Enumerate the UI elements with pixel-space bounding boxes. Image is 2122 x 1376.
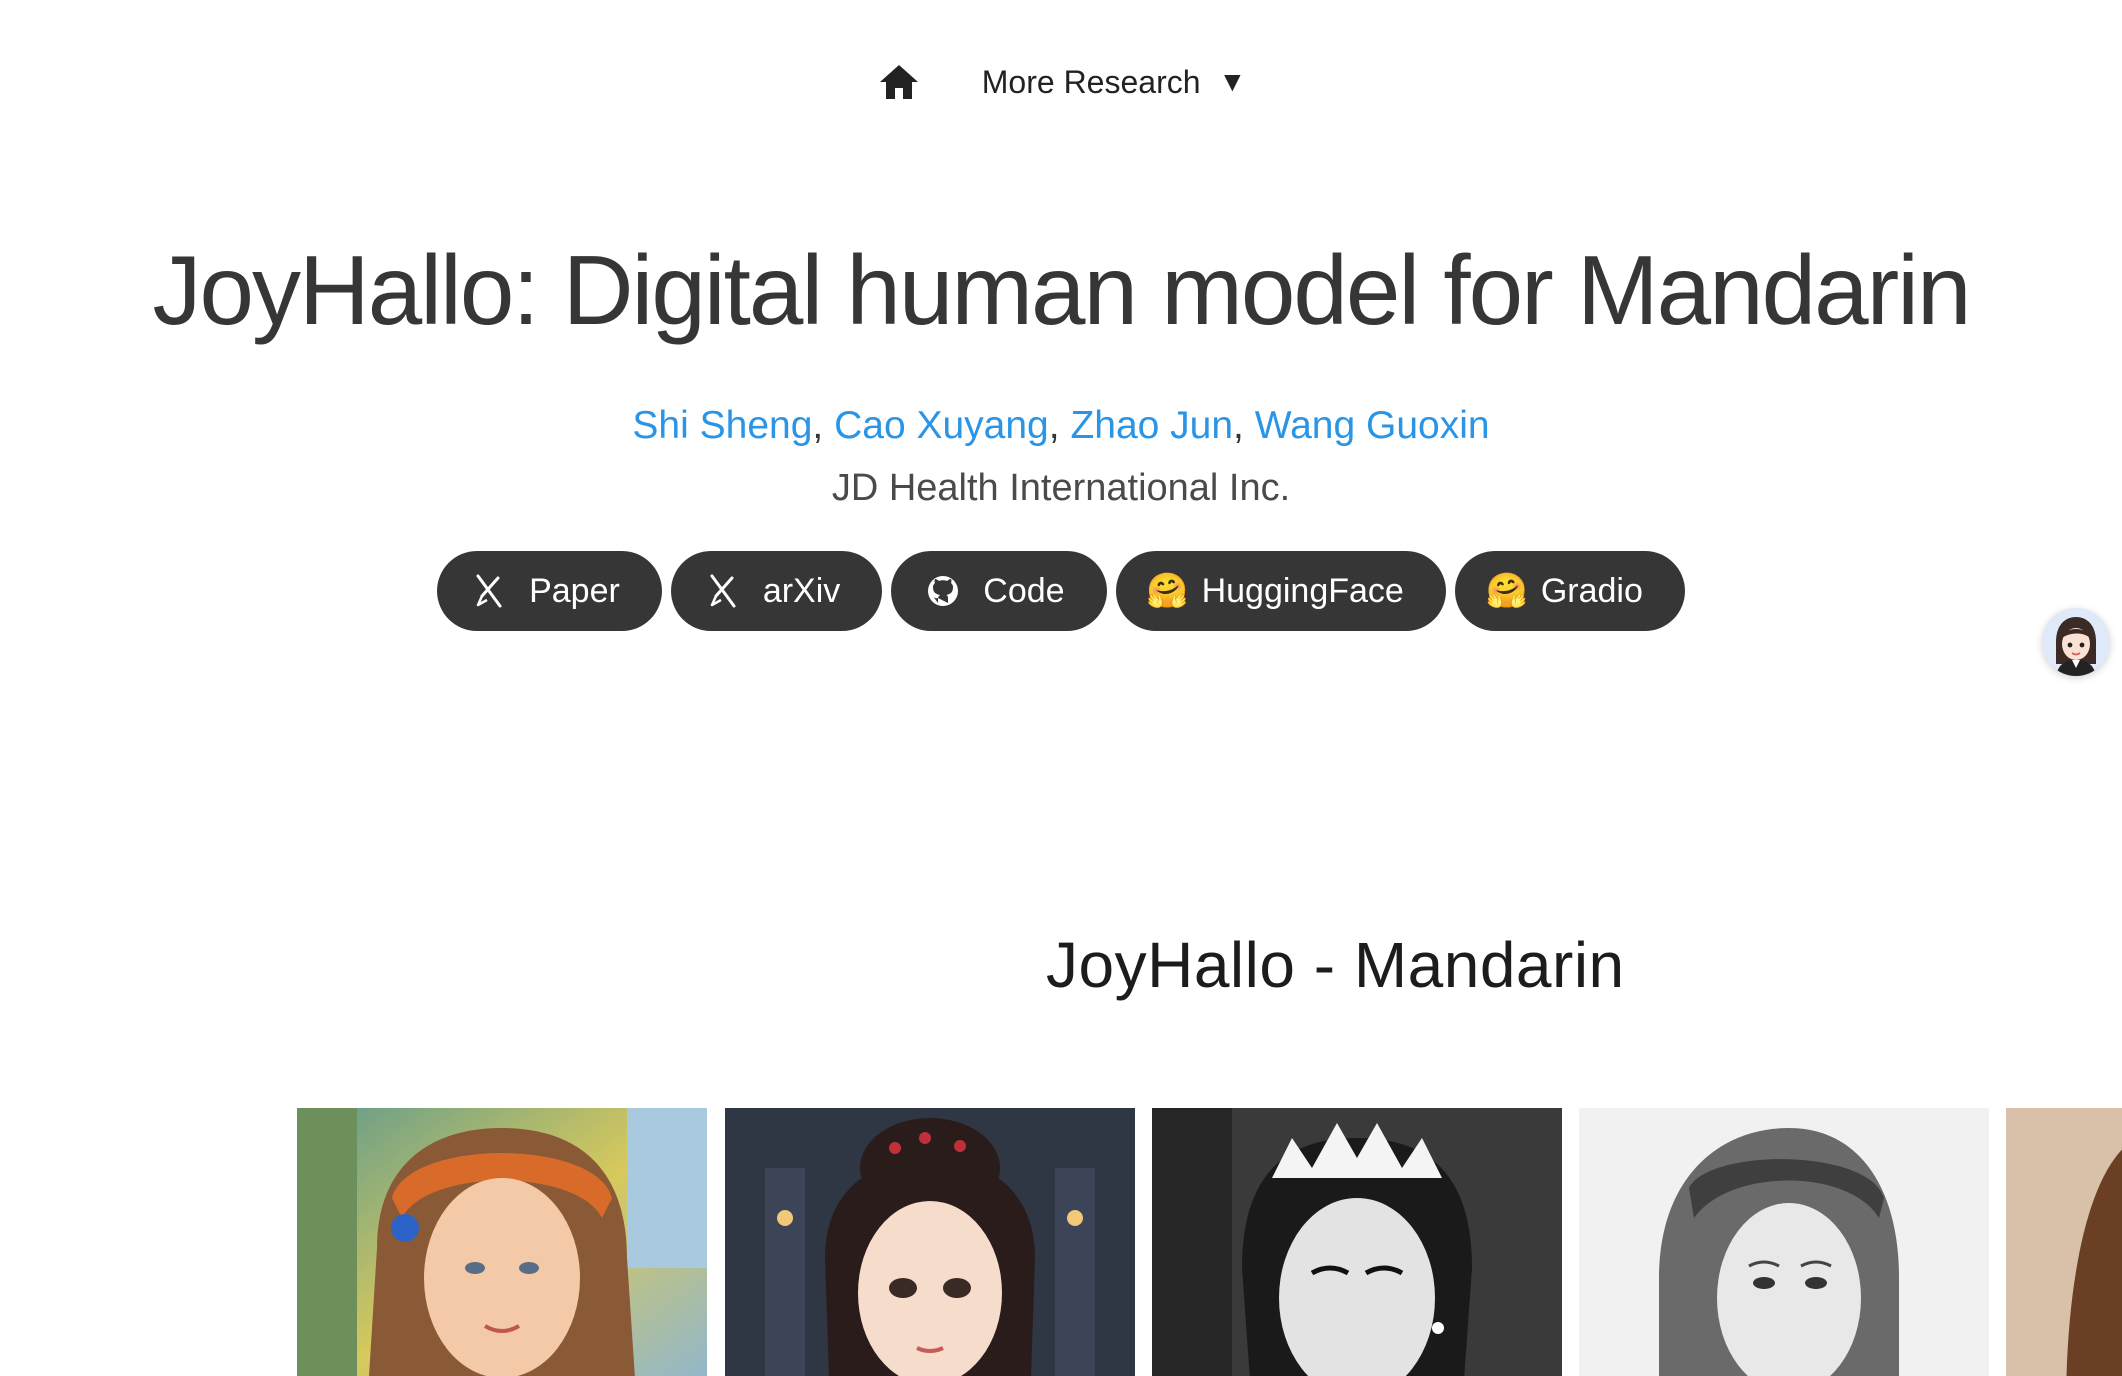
author-link[interactable]: Shi Sheng — [632, 404, 812, 447]
author-list: Shi Sheng, Cao Xuyang, Zhao Jun, Wang Gu… — [0, 398, 2122, 454]
huggingface-button[interactable]: 🤗 HuggingFace — [1115, 551, 1446, 631]
link-buttons: Paper arXiv Code 🤗 HuggingFace 🤗 Gradio — [0, 551, 2122, 631]
video-thumbnail-strip[interactable] — [297, 1108, 2122, 1376]
gradio-button[interactable]: 🤗 Gradio — [1454, 551, 1685, 631]
page-title: JoyHallo: Digital human model for Mandar… — [152, 235, 1972, 345]
paper-button[interactable]: Paper — [437, 551, 662, 631]
thumbnail-animated-girl — [725, 1108, 1135, 1376]
author-separator: , — [1048, 404, 1060, 447]
affiliation: JD Health International Inc. — [831, 467, 1291, 509]
assistant-avatar-icon[interactable] — [2042, 608, 2110, 676]
arxiv-label: arXiv — [762, 571, 841, 610]
gradio-label: Gradio — [1540, 571, 1643, 610]
arxiv-icon — [705, 573, 741, 609]
video-heading: JoyHallo - Mandarin — [1046, 929, 1625, 1001]
thumbnail-painted-girl — [297, 1108, 707, 1376]
author-separator: , — [1233, 404, 1244, 447]
home-icon[interactable] — [876, 59, 922, 105]
github-icon — [925, 573, 961, 609]
code-button[interactable]: Code — [891, 551, 1107, 631]
chevron-down-icon: ▼ — [1218, 66, 1247, 97]
more-research-label: More Research — [981, 63, 1201, 100]
code-label: Code — [983, 571, 1065, 610]
author-link[interactable]: Wang Guoxin — [1255, 404, 1490, 447]
author-link[interactable]: Cao Xuyang — [834, 404, 1049, 447]
thumbnail-woman-partial — [2006, 1108, 2122, 1376]
paper-icon — [471, 573, 507, 609]
more-research-dropdown[interactable]: More Research ▼ — [982, 64, 1246, 101]
top-navbar: More Research ▼ — [0, 52, 2122, 112]
thumbnail-woman-tiara — [1152, 1108, 1562, 1376]
hugging-face-emoji-icon: 🤗 — [1485, 572, 1528, 610]
author-separator: , — [812, 404, 824, 447]
hugging-face-emoji-icon: 🤗 — [1146, 572, 1189, 610]
huggingface-label: HuggingFace — [1201, 571, 1404, 610]
author-link[interactable]: Zhao Jun — [1070, 404, 1233, 447]
arxiv-button[interactable]: arXiv — [670, 551, 883, 631]
paper-label: Paper — [529, 571, 620, 610]
thumbnail-sketched-woman — [1579, 1108, 1989, 1376]
